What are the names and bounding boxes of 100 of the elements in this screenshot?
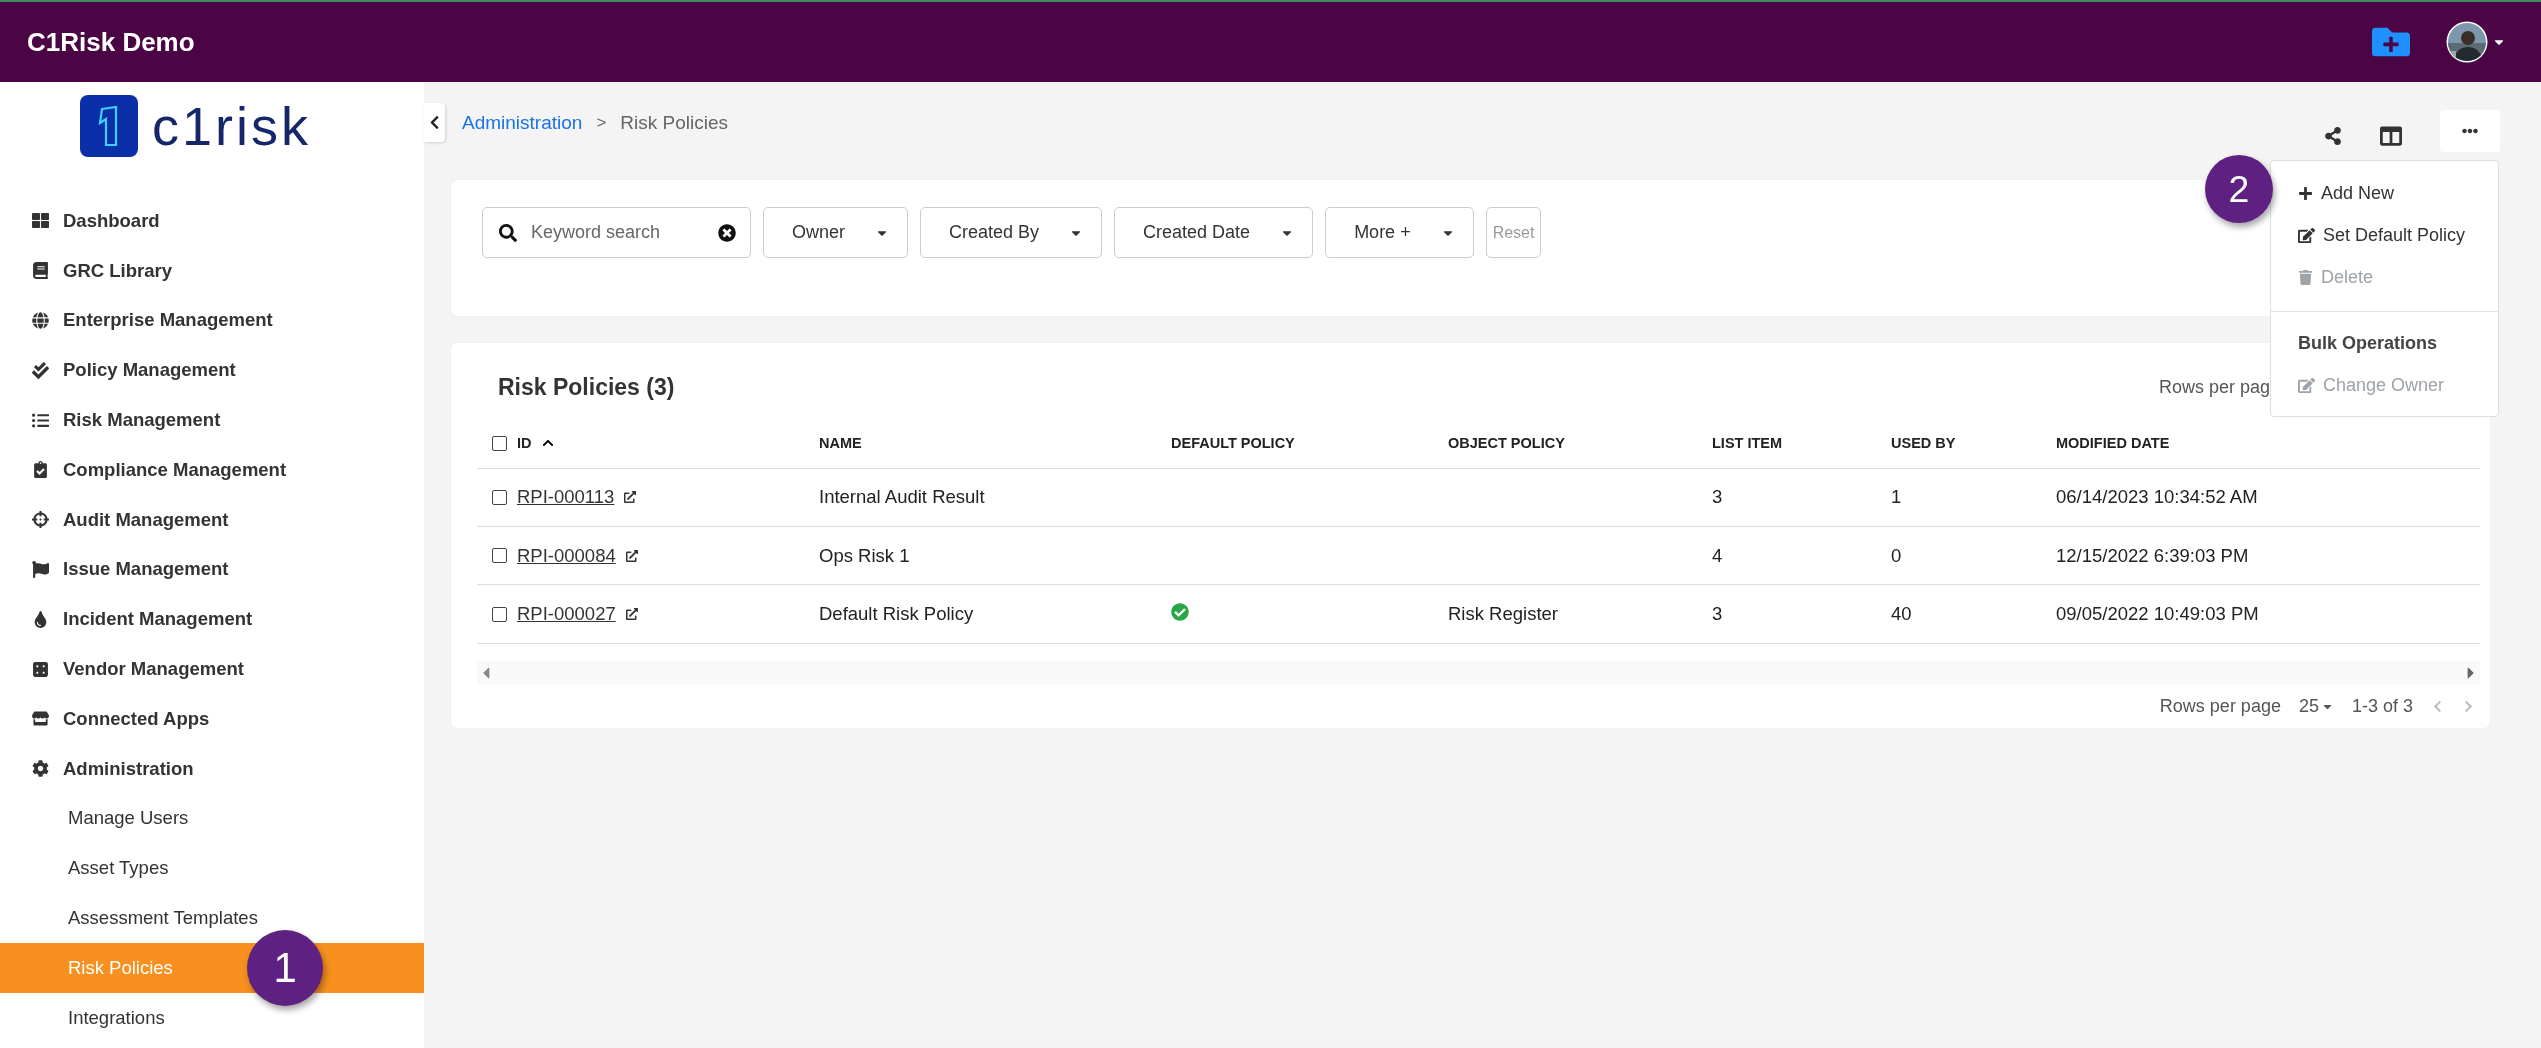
- chevron-left-icon: [2431, 699, 2444, 713]
- external-link-icon[interactable]: [625, 608, 638, 621]
- rows-per-page-label: Rows per pag: [2158, 377, 2270, 399]
- table-title: Risk Policies (3): [498, 374, 675, 402]
- clipboard-icon: [32, 461, 49, 479]
- table-cell-text: Internal Audit Result: [819, 486, 986, 509]
- nav-label: Administration: [63, 757, 194, 780]
- record-link[interactable]: RPI-000113: [517, 486, 615, 509]
- globe-icon: [32, 312, 49, 329]
- nav-label: Risk Management: [63, 409, 221, 432]
- column-header[interactable]: ID: [517, 435, 532, 451]
- step-tooltip: 2: [2205, 155, 2273, 223]
- collapse-button[interactable]: [424, 103, 445, 142]
- edit-icon: [2298, 226, 2315, 244]
- nav-item[interactable]: Connected Apps: [0, 693, 424, 744]
- sort-ascending-icon[interactable]: [541, 437, 554, 449]
- nav-item[interactable]: Administration: [0, 743, 424, 794]
- breadcrumb-separator: >: [596, 112, 607, 133]
- nav-item[interactable]: Audit Management: [0, 494, 424, 545]
- app-title: C1Risk Demo: [27, 26, 195, 58]
- horizontal-scrollbar[interactable]: [477, 660, 2480, 685]
- dice-icon: [32, 660, 49, 678]
- column-header[interactable]: NAME: [819, 435, 862, 451]
- record-link[interactable]: RPI-000027: [517, 603, 616, 626]
- search-icon: [499, 223, 517, 242]
- double-check-icon: [32, 361, 49, 379]
- nav-subitem[interactable]: Manage Users: [0, 793, 424, 844]
- nav-label: GRC Library: [63, 259, 172, 282]
- nav-label: Compliance Management: [63, 458, 287, 481]
- table-cell-text: 09/05/2022 10:49:03 PM: [2056, 603, 2260, 626]
- table-cell-text: 3: [1712, 603, 1724, 626]
- page-range: 1-3 of 3: [2351, 695, 2413, 717]
- chevron-right-icon: [2462, 699, 2475, 713]
- filter-dropdown[interactable]: Created Date: [1114, 207, 1314, 258]
- nav-label: Integrations: [68, 1006, 165, 1029]
- nav-subitem[interactable]: Asset Types: [0, 843, 424, 894]
- external-link-icon[interactable]: [625, 549, 638, 562]
- book-icon: [32, 262, 49, 280]
- settings-icon: [32, 760, 49, 778]
- nav-item[interactable]: Compliance Management: [0, 445, 424, 495]
- nav-item[interactable]: Incident Management: [0, 594, 424, 645]
- table-cell-text: 0: [1891, 544, 1903, 567]
- checkbox[interactable]: [492, 489, 507, 505]
- share-icon[interactable]: [2324, 127, 2342, 145]
- checkbox[interactable]: [492, 435, 507, 451]
- plus-icon: [2298, 185, 2313, 201]
- nav-label: Issue Management: [63, 558, 229, 581]
- nav-item[interactable]: Issue Management: [0, 544, 424, 595]
- nav-item[interactable]: Vendor Management: [0, 644, 424, 694]
- nav-label: Incident Management: [63, 608, 253, 631]
- nav-label: Manage Users: [68, 807, 189, 830]
- column-header[interactable]: OBJECT POLICY: [1448, 435, 1565, 451]
- breadcrumb-link[interactable]: Administration: [462, 111, 583, 134]
- nav-item[interactable]: Enterprise Management: [0, 295, 424, 346]
- nav-item[interactable]: Dashboard: [0, 196, 424, 246]
- filter-dropdown[interactable]: More +: [1325, 207, 1474, 258]
- nav-label: Enterprise Management: [63, 309, 273, 332]
- grid-icon: [32, 212, 49, 230]
- checkbox[interactable]: [492, 548, 507, 564]
- logo-icon: [80, 95, 138, 157]
- filter-dropdown[interactable]: Owner: [763, 207, 908, 258]
- nav-item[interactable]: GRC Library: [0, 245, 424, 296]
- checkbox[interactable]: [492, 606, 507, 622]
- column-header[interactable]: MODIFIED DATE: [2056, 435, 2170, 451]
- menu-item[interactable]: Add New: [2271, 172, 2498, 214]
- menu-item[interactable]: Set Default Policy: [2271, 214, 2498, 256]
- table-cell-text: Default Risk Policy: [819, 603, 975, 626]
- column-header[interactable]: LIST ITEM: [1712, 435, 1783, 451]
- search-field[interactable]: Keyword search: [482, 207, 751, 258]
- nav-item[interactable]: Risk Management: [0, 395, 424, 445]
- nav-label: Vendor Management: [63, 658, 244, 681]
- page-size-select[interactable]: 25: [2298, 695, 2334, 717]
- menu-section-title: Bulk Operations: [2297, 331, 2439, 355]
- nav-label: Assessment Templates: [68, 907, 258, 930]
- table-cell-text: 06/14/2023 10:34:52 AM: [2056, 486, 2259, 509]
- nav-label: Audit Management: [63, 508, 229, 531]
- nav-label: Policy Management: [63, 359, 236, 382]
- table-cell-text: 3: [1712, 486, 1724, 509]
- rows-per-page-label: Rows per page: [2159, 695, 2281, 717]
- table-cell-text: 1: [1891, 486, 1903, 509]
- column-header[interactable]: USED BY: [1891, 435, 1956, 451]
- table-cell-text: 12/15/2022 6:39:03 PM: [2056, 544, 2250, 567]
- nav-label: Risk Policies: [68, 956, 173, 979]
- column-header[interactable]: DEFAULT POLICY: [1171, 435, 1295, 451]
- filter-dropdown[interactable]: Created By: [920, 207, 1103, 258]
- columns-icon[interactable]: [2380, 125, 2402, 147]
- record-link[interactable]: RPI-000084: [517, 544, 616, 567]
- step-tooltip: 1: [247, 929, 323, 1006]
- clear-icon[interactable]: [718, 223, 736, 242]
- store-icon: [32, 710, 49, 728]
- drop-icon: [32, 610, 49, 628]
- external-link-icon[interactable]: [624, 491, 637, 504]
- list-icon: [32, 411, 49, 429]
- nav-item[interactable]: Policy Management: [0, 345, 424, 396]
- breadcrumb-current: Risk Policies: [620, 111, 729, 134]
- crosshair-icon: [32, 511, 49, 529]
- trash-icon: [2298, 269, 2313, 285]
- table-cell-text: 40: [1891, 603, 1913, 626]
- edit-icon: [2298, 376, 2315, 394]
- table-cell-text: 4: [1712, 544, 1724, 567]
